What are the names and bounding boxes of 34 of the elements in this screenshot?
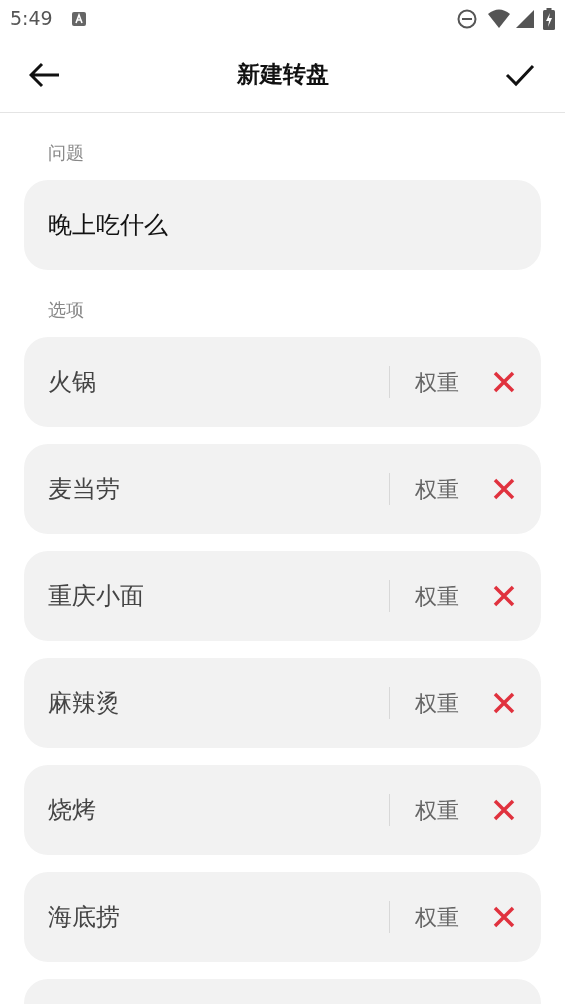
option-name-field[interactable]: 麦当劳 bbox=[48, 471, 389, 507]
remove-button[interactable] bbox=[491, 583, 517, 609]
question-field[interactable]: 晚上吃什么 bbox=[24, 180, 541, 270]
wifi-icon bbox=[487, 8, 511, 29]
weight-field[interactable]: 权重 bbox=[415, 579, 487, 613]
remove-button[interactable] bbox=[491, 369, 517, 395]
section-label: 选项 bbox=[48, 298, 85, 322]
option-row[interactable]: 海底捞 权重 bbox=[24, 872, 541, 962]
weight-field[interactable]: 权重 bbox=[415, 472, 487, 506]
remove-button[interactable] bbox=[491, 904, 517, 930]
weight-field[interactable]: 权重 bbox=[415, 900, 487, 934]
option-row[interactable]: 麦当劳 权重 bbox=[24, 444, 541, 534]
remove-button[interactable] bbox=[491, 690, 517, 716]
remove-button[interactable] bbox=[491, 797, 517, 823]
status-time: 5:49 bbox=[10, 6, 53, 32]
option-name-field[interactable]: 火锅 bbox=[48, 364, 389, 400]
option-row[interactable]: 火锅 权重 bbox=[24, 337, 541, 427]
section-label: 问题 bbox=[48, 141, 85, 165]
option-name-field[interactable]: 重庆小面 bbox=[48, 578, 389, 614]
weight-field[interactable]: 权重 bbox=[415, 686, 487, 720]
weight-field[interactable]: 权重 bbox=[415, 365, 487, 399]
battery-icon bbox=[543, 7, 555, 30]
signal-icon bbox=[515, 8, 535, 29]
weight-field[interactable]: 权重 bbox=[415, 793, 487, 827]
option-name-field[interactable]: 麻辣烫 bbox=[48, 685, 389, 721]
notification-icon bbox=[70, 10, 87, 27]
option-row[interactable]: 重庆小面 权重 bbox=[24, 551, 541, 641]
do-not-disturb-icon bbox=[457, 8, 477, 29]
remove-button[interactable] bbox=[491, 476, 517, 502]
page-title: 新建转盘 bbox=[235, 60, 330, 90]
option-row[interactable]: 麻辣烫 权重 bbox=[24, 658, 541, 748]
option-name-field[interactable]: 海底捞 bbox=[48, 899, 389, 935]
option-row[interactable]: 烧烤 权重 bbox=[24, 765, 541, 855]
option-name-field[interactable]: 烧烤 bbox=[48, 792, 389, 828]
